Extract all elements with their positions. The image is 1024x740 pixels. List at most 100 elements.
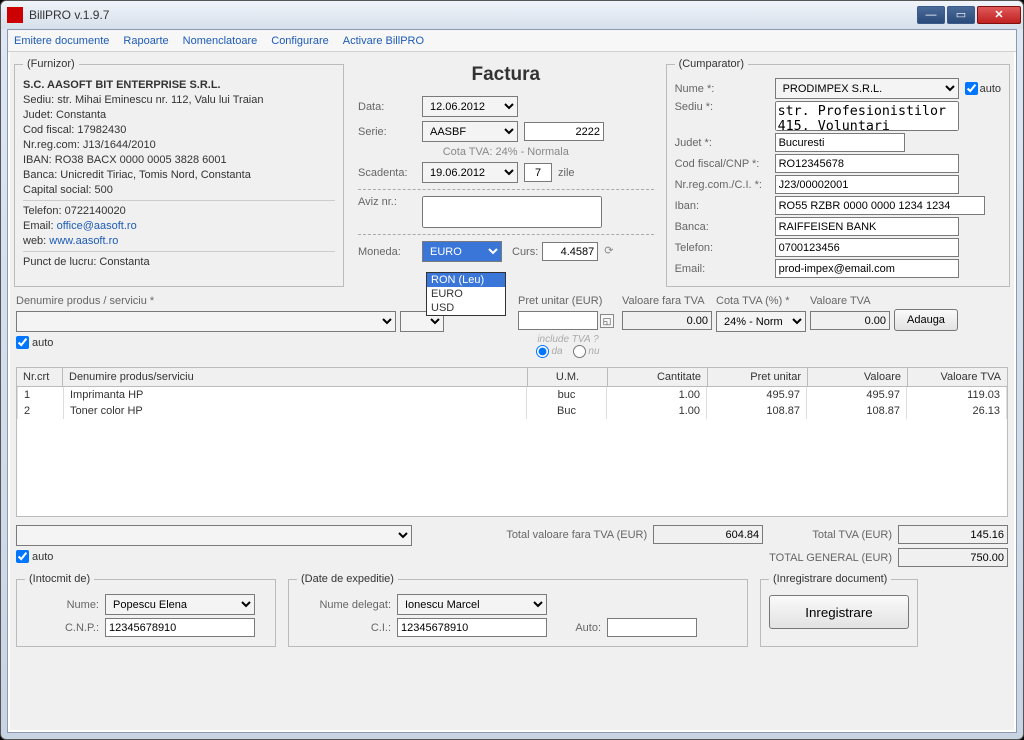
- below-select[interactable]: [16, 525, 412, 546]
- col-um[interactable]: U.M.: [528, 368, 608, 387]
- window-title: BillPRO v.1.9.7: [29, 8, 109, 22]
- col-cantitate[interactable]: Cantitate: [608, 368, 708, 387]
- furnizor-sediu: Sediu: str. Mihai Eminescu nr. 112, Valu…: [23, 94, 335, 106]
- cump-nume-select[interactable]: PRODIMPEX S.R.L.: [775, 78, 959, 99]
- cump-email-input[interactable]: [775, 259, 959, 278]
- numar-input[interactable]: [524, 122, 604, 141]
- lbl-serie: Serie:: [358, 126, 422, 138]
- cumparator-group: (Cumparator) Nume *: PRODIMPEX S.R.L. au…: [666, 58, 1010, 287]
- expeditie-legend: (Date de expeditie): [297, 573, 398, 585]
- furnizor-nrreg: Nr.reg.com: J13/1644/2010: [23, 139, 335, 151]
- intocmit-cnp-input[interactable]: [105, 618, 255, 637]
- furnizor-web-row: web: www.aasoft.ro: [23, 235, 335, 247]
- cump-nrreg-input[interactable]: [775, 175, 959, 194]
- app-icon: [7, 7, 23, 23]
- moneda-option-usd[interactable]: USD: [427, 301, 505, 315]
- intocmit-legend: (Intocmit de): [25, 573, 94, 585]
- intocmit-nume-select[interactable]: Popescu Elena: [105, 594, 255, 615]
- aviz-input[interactable]: [422, 196, 602, 228]
- menu-nomenclatoare[interactable]: Nomenclatoare: [183, 35, 258, 47]
- lbl-curs: Curs:: [512, 246, 538, 258]
- lbl-cump-nume: Nume *:: [675, 83, 775, 95]
- ci-input[interactable]: [397, 618, 547, 637]
- denumire-auto-checkbox[interactable]: [16, 336, 29, 349]
- menu-emitere[interactable]: Emitere documente: [14, 35, 109, 47]
- inregistrare-group: (Inregistrare document) Inregistrare: [760, 573, 918, 647]
- titlebar[interactable]: BillPRO v.1.9.7 — ▭ ✕: [1, 1, 1023, 29]
- maximize-button[interactable]: ▭: [947, 6, 975, 24]
- product-grid: Nr.crt Denumire produs/serviciu U.M. Can…: [16, 367, 1008, 517]
- delegat-select[interactable]: Ionescu Marcel: [397, 594, 547, 615]
- lbl-denumire: Denumire produs / serviciu *: [16, 295, 396, 309]
- client-area: Emitere documente Rapoarte Nomenclatoare…: [7, 29, 1017, 733]
- cota-note: Cota TVA: 24% - Normala: [358, 146, 654, 158]
- furnizor-punct: Punct de lucru: Constanta: [23, 256, 335, 268]
- total-tva-input: [898, 525, 1008, 544]
- minimize-button[interactable]: —: [917, 6, 945, 24]
- moneda-select[interactable]: EURO: [422, 241, 502, 262]
- lbl-delegat: Nume delegat:: [297, 599, 397, 611]
- lbl-ci: C.I.:: [297, 622, 397, 634]
- furnizor-judet: Judet: Constanta: [23, 109, 335, 121]
- lbl-auto-exp: Auto:: [547, 622, 607, 634]
- total-general-input: [898, 548, 1008, 567]
- inregistrare-button[interactable]: Inregistrare: [769, 595, 909, 629]
- moneda-option-euro[interactable]: EURO: [427, 287, 505, 301]
- factura-title: Factura: [358, 64, 654, 86]
- table-row[interactable]: 1Imprimanta HPbuc1.00495.97495.97119.03: [18, 387, 1007, 403]
- pret-unitar-input[interactable]: [518, 311, 598, 330]
- furnizor-legend: (Furnizor): [23, 58, 79, 70]
- adauga-button[interactable]: Adauga: [894, 309, 958, 331]
- zile-input[interactable]: [524, 163, 552, 182]
- moneda-option-ron[interactable]: RON (Leu): [427, 273, 505, 287]
- include-tva-nu-radio[interactable]: [573, 345, 586, 358]
- col-pret[interactable]: Pret unitar: [708, 368, 808, 387]
- menu-rapoarte[interactable]: Rapoarte: [123, 35, 168, 47]
- menu-configurare[interactable]: Configurare: [271, 35, 328, 47]
- furnizor-telefon: Telefon: 0722140020: [23, 205, 335, 217]
- cump-telefon-input[interactable]: [775, 238, 959, 257]
- cota-select[interactable]: 24% - Norm: [716, 311, 806, 332]
- scadenta-select[interactable]: 19.06.2012: [422, 162, 518, 183]
- lbl-pret-unitar: Pret unitar (EUR): [518, 295, 618, 309]
- lbl-intocmit-cnp: C.N.P.:: [25, 622, 105, 634]
- menu-activare[interactable]: Activare BillPRO: [343, 35, 424, 47]
- serie-select[interactable]: AASBF: [422, 121, 518, 142]
- lbl-cump-sediu: Sediu *:: [675, 101, 775, 113]
- factura-column: Factura Data: 12.06.2012 Serie: AASBF Co…: [350, 54, 660, 291]
- cump-banca-input[interactable]: [775, 217, 959, 236]
- lbl-total-fara: Total valoare fara TVA (EUR): [506, 529, 647, 541]
- lbl-aviz: Aviz nr.:: [358, 196, 422, 208]
- lbl-cota: Cota TVA (%) *: [716, 295, 806, 309]
- table-row[interactable]: 2Toner color HPBuc1.00108.87108.8726.13: [18, 403, 1007, 419]
- col-nrcrt[interactable]: Nr.crt: [17, 368, 63, 387]
- app-window: BillPRO v.1.9.7 — ▭ ✕ Emitere documente …: [0, 0, 1024, 740]
- data-select[interactable]: 12.06.2012: [422, 96, 518, 117]
- furnizor-capital: Capital social: 500: [23, 184, 335, 196]
- col-valoare-tva[interactable]: Valoare TVA: [908, 368, 1008, 387]
- below-auto-checkbox[interactable]: [16, 550, 29, 563]
- furnizor-email-link[interactable]: office@aasoft.ro: [57, 220, 137, 232]
- pret-popup-icon[interactable]: ◱: [600, 314, 614, 328]
- col-valoare[interactable]: Valoare: [808, 368, 908, 387]
- col-denumire[interactable]: Denumire produs/serviciu: [63, 368, 528, 387]
- cump-cf-input[interactable]: [775, 154, 959, 173]
- total-fara-input: [653, 525, 763, 544]
- lbl-cump-email: Email:: [675, 263, 775, 275]
- refresh-curs-icon[interactable]: ⟳: [604, 244, 620, 260]
- include-tva-da-radio[interactable]: [536, 345, 549, 358]
- cump-judet-input[interactable]: [775, 133, 905, 152]
- furnizor-web-link[interactable]: www.aasoft.ro: [49, 235, 118, 247]
- furnizor-company: S.C. AASOFT BIT ENTERPRISE S.R.L.: [23, 79, 335, 91]
- cump-sediu-input[interactable]: [775, 101, 959, 131]
- curs-input[interactable]: [542, 242, 598, 261]
- cump-auto-checkbox[interactable]: [965, 82, 978, 95]
- lbl-total-general: TOTAL GENERAL (EUR): [769, 552, 892, 564]
- auto-exp-input[interactable]: [607, 618, 697, 637]
- moneda-dropdown-list[interactable]: RON (Leu) EURO USD: [426, 272, 506, 316]
- denumire-select[interactable]: [16, 311, 396, 332]
- lbl-val-fara: Valoare fara TVA: [622, 295, 712, 309]
- cump-iban-input[interactable]: [775, 196, 985, 215]
- close-button[interactable]: ✕: [977, 6, 1021, 24]
- lbl-total-tva: Total TVA (EUR): [812, 529, 892, 541]
